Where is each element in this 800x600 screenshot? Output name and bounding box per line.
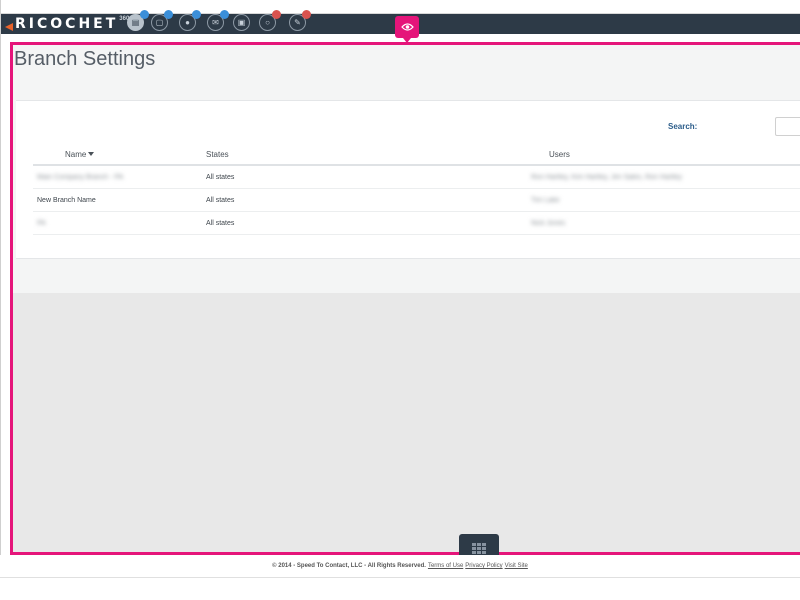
cell-users: Tim Lake [401, 188, 800, 212]
footer-link-terms[interactable]: Terms of Use [428, 563, 463, 569]
footer-link-privacy[interactable]: Privacy Policy [465, 563, 502, 569]
cell-branch-name: PA [33, 211, 206, 235]
eye-icon [400, 23, 414, 31]
search-label: Search: [668, 122, 698, 131]
cell-states: All states [206, 165, 401, 189]
cell-users: Ron Hartley, Kim Hartley, Jim Sales, Ron… [401, 165, 800, 189]
branches-table: Name States Users Main Company Branch - … [33, 144, 800, 235]
column-header-states-label: States [206, 149, 229, 159]
column-header-states[interactable]: States [206, 144, 401, 166]
branches-panel: Search: Name States Users Main Company B… [16, 100, 800, 259]
dashboard-icon[interactable]: ▤ [127, 10, 149, 31]
briefcase-icon[interactable]: ▣ [233, 14, 250, 31]
cell-branch-name-text: Main Company Branch - PA [37, 173, 124, 181]
footer-copyright: © 2014 - Speed To Contact, LLC - All Rig… [272, 563, 426, 569]
table-body: Main Company Branch - PA All states Ron Ha… [33, 165, 800, 235]
notification-badge [272, 10, 281, 19]
browser-top-margin [0, 0, 800, 14]
mail-icon[interactable]: ✉ [207, 10, 229, 31]
ricochet-logo[interactable]: RICOCHET 360 [5, 14, 129, 34]
chat-icon[interactable]: ● [179, 10, 201, 31]
browser-left-edge [0, 0, 1, 600]
cell-users: Nick Jones [401, 211, 800, 235]
notification-badge [164, 10, 173, 19]
column-header-name[interactable]: Name [33, 144, 206, 166]
main-content: Branch Settings Search: Name States User… [13, 45, 800, 552]
page-footer: © 2014 - Speed To Contact, LLC - All Rig… [0, 555, 800, 578]
table-header-row: Name States Users [33, 144, 800, 166]
cell-states-text: All states [206, 219, 235, 227]
tag-icon[interactable]: ✎ [289, 10, 311, 31]
grid-icon [472, 542, 486, 554]
notification-badge [192, 10, 201, 19]
notification-badge [140, 10, 149, 19]
page-title: Branch Settings [14, 48, 156, 70]
search-input[interactable] [775, 117, 800, 136]
cell-users-text: Nick Jones [531, 219, 566, 227]
cell-branch-name-text: PA [37, 219, 46, 227]
cell-states-text: All states [206, 196, 235, 204]
cell-branch-name-text: New Branch Name [37, 196, 96, 204]
recording-toggle-tab[interactable] [395, 16, 419, 43]
logo-text: RICOCHET [15, 16, 119, 32]
message-icon[interactable]: ○ [259, 10, 281, 31]
bottom-margin [0, 578, 800, 600]
table-row[interactable]: New Branch Name All states Tim Lake [33, 188, 800, 212]
column-header-users-label: Users [549, 149, 570, 159]
cell-states-text: All states [206, 173, 235, 181]
notification-badge [220, 10, 229, 19]
table-row[interactable]: PA All states Nick Jones [33, 211, 800, 235]
cell-users-text: Tim Lake [531, 196, 560, 204]
column-header-name-label: Name [65, 149, 87, 159]
footer-link-visit-site[interactable]: Visit Site [505, 563, 528, 569]
cell-states: All states [206, 211, 401, 235]
logo-arrow-icon [5, 22, 13, 31]
column-header-users[interactable]: Users [401, 144, 800, 166]
document-icon[interactable]: ▢ [151, 10, 173, 31]
cell-states: All states [206, 188, 401, 212]
sort-descending-icon [88, 151, 95, 156]
cell-users-text: Ron Hartley, Kim Hartley, Jim Sales, Ron… [531, 173, 683, 181]
cell-branch-name: Main Company Branch - PA [33, 165, 206, 189]
notification-badge [302, 10, 311, 19]
table-row[interactable]: Main Company Branch - PA All states Ron Ha… [33, 165, 800, 189]
cell-branch-name: New Branch Name [33, 188, 206, 212]
